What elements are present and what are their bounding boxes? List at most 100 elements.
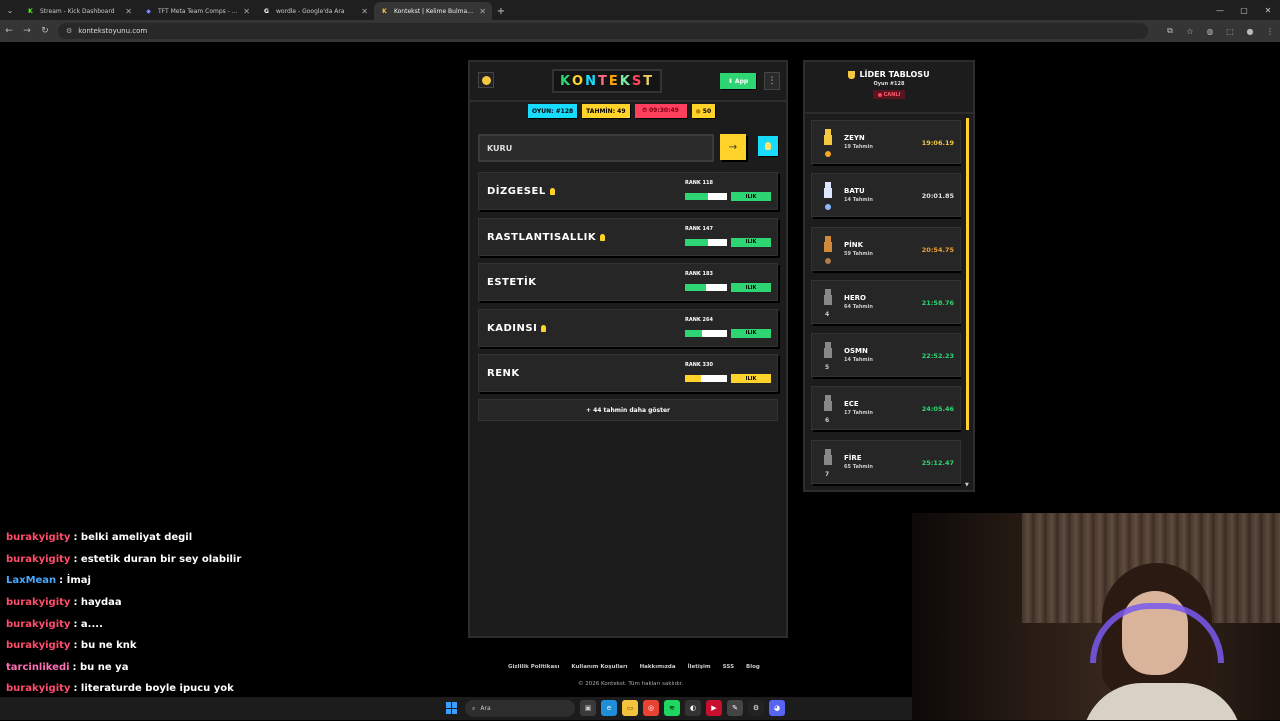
tab-title: TFT Meta Team Comps - The Best [158,7,238,15]
player-time: 20:01.85 [921,192,954,201]
guess-row: DİZGESEL RANK 118 ILIK [478,172,778,210]
leaderboard-entry: PİNK 59 Tahmin 20:54.75 [811,226,961,271]
footer-link[interactable]: Kullanım Koşulları [571,664,627,670]
leaderboard-position: 4 [825,310,830,318]
steam-icon[interactable]: ⚙ [748,700,764,716]
scroll-down-icon[interactable]: ▼ [965,482,969,488]
guess-word-text: DİZGESEL [487,186,546,197]
browser-tab[interactable]: ◆ TFT Meta Team Comps - The Best ✕ [138,2,256,20]
tab-close-icon[interactable]: ✕ [125,7,132,16]
hint-lightbulb-icon [541,324,547,332]
browser-tab[interactable]: K Stream - Kick Dashboard ✕ [20,2,138,20]
guess-word: ESTETİK [487,277,536,288]
tab-close-icon[interactable]: ✕ [479,7,486,16]
url-field[interactable]: ⚙ kontekstoyunu.com [58,23,1148,39]
guess-list: DİZGESEL RANK 118 ILIK RASTLANTISALLIK RANK … [478,172,778,400]
leaderboard-scrollbar[interactable] [966,118,969,430]
tab-close-icon[interactable]: ✕ [361,7,368,16]
footer-link[interactable]: Hakkımızda [640,664,676,670]
edge-icon[interactable]: e [601,700,617,716]
player-guess-count: 64 Tahmin [844,303,873,310]
spotify-icon[interactable]: ≋ [664,700,680,716]
chat-text: : haydaa [73,597,122,609]
chat-username: burakyigity [6,618,71,630]
browser-tab[interactable]: K Kontekst | Kelime Bulmaca ve Anlam ✕ [374,2,492,20]
discord-icon[interactable]: ◕ [769,700,785,716]
show-more-guesses-button[interactable]: + 44 tahmin daha göster [478,399,778,421]
chat-username: burakyigity [6,532,71,544]
task-view-icon[interactable]: ▣ [580,700,596,716]
player-name: PİNK [844,240,864,249]
chat-text: : bu ne ya [72,661,129,673]
browser-tab[interactable]: Gwordle - Google'da Ara ✕ [256,2,374,20]
medal-icon [825,204,831,211]
logo-letter: E [608,73,620,89]
logo-letter: O [572,73,586,89]
game-menu-icon[interactable]: ⋮ [764,72,780,90]
footer-link[interactable]: İletişim [688,664,711,670]
tab-title: Stream - Kick Dashboard [40,7,115,15]
guess-word: RASTLANTISALLIK [487,232,606,243]
app-download-button[interactable]: ⬇ App [720,73,756,89]
tab-close-icon[interactable]: ✕ [243,7,250,16]
footer-link[interactable]: Gizlilik Politikası [508,664,559,670]
leaderboard-list[interactable]: ZEYN 19 Tahmin 19:06.19 BATU 14 Tahmin 20:01.… [811,120,961,486]
logo-letter: S [631,73,644,89]
windows-taskbar: ⌕ Ara ▣ e ▭ ◎ ≋ ◐ ▶ ✎ ⚙ ◕ [0,697,912,720]
guess-input[interactable] [478,134,714,162]
app-icon[interactable]: ◐ [685,700,701,716]
chat-message: LaxMean: İmaj [6,570,406,592]
forward-icon[interactable]: → [18,22,36,40]
chat-message: burakyigity: haydaa [6,592,406,614]
footer-link[interactable]: Blog [746,664,760,670]
leaderboard-entry: ZEYN 19 Tahmin 19:06.19 [811,120,961,164]
chat-username: tarcinlikedi [6,661,70,673]
profile-icon[interactable]: ● [1240,22,1260,40]
game-header: KONTEKST ⬇ App ⋮ [470,62,786,102]
logo-letter: T [597,73,609,89]
coin-button[interactable] [478,72,494,88]
chat-text: : a.... [73,618,103,630]
tab-search-icon[interactable]: ⌄ [0,0,20,20]
stream-chat-overlay: burakyigity: belki ameliyat degil burakyi… [6,527,406,721]
chat-message: burakyigity: belki ameliyat degil [6,527,406,549]
reload-icon[interactable]: ↻ [36,22,54,40]
chat-username: burakyigity [6,683,71,695]
trophy-icon [848,70,856,79]
browser-menu-icon[interactable]: ⋮ [1260,22,1280,40]
chrome-icon[interactable]: ◎ [643,700,659,716]
close-window-icon[interactable]: ✕ [1256,0,1280,20]
minimize-icon[interactable]: — [1208,0,1232,20]
stats-row: OYUN: #128 TAHMİN: 49 ⏱ 09:30:49 ● 50 [528,104,716,118]
chat-text: : belki ameliyat degil [73,532,193,544]
webcam-overlay [912,513,1280,720]
recorder-icon[interactable]: ▶ [706,700,722,716]
submit-guess-button[interactable]: → [720,134,746,160]
window-controls: — ▢ ✕ [1208,0,1280,20]
guess-count-badge: TAHMİN: 49 [582,104,630,118]
footer-link[interactable]: SSS [723,664,734,670]
extensions-puzzle-icon[interactable]: ⬚ [1220,22,1240,40]
hint-button[interactable] [758,136,778,156]
logo-letter: K [559,73,573,89]
tab-title: Kontekst | Kelime Bulmaca ve Anlam [394,7,475,15]
leaderboard-entry: 6 ECE 17 Tahmin 24:05.46 [811,386,961,431]
player-avatar [824,448,832,469]
windows-start-icon[interactable] [446,702,458,714]
bookmark-star-icon[interactable]: ☆ [1180,22,1200,40]
taskbar-search[interactable]: ⌕ Ara [465,700,575,717]
chat-username: burakyigity [6,640,71,652]
proximity-fill [685,284,706,291]
hint-lightbulb-icon [549,188,555,195]
back-icon[interactable]: ← [0,22,18,40]
leaderboard-position: 7 [825,470,830,478]
tool-icon[interactable]: ✎ [727,700,743,716]
translate-icon[interactable]: ⧉ [1160,22,1180,40]
new-tab-button[interactable]: + [492,2,510,20]
extension-icon[interactable]: ◍ [1200,22,1220,40]
leaderboard-entry: 7 FİRE 65 Tahmin 25:12.47 [811,439,961,484]
maximize-icon[interactable]: ▢ [1232,0,1256,20]
chat-message: tarcinlikedi: bu ne ya [6,657,406,679]
explorer-icon[interactable]: ▭ [622,700,638,716]
site-info-icon[interactable]: ⚙ [66,27,72,35]
